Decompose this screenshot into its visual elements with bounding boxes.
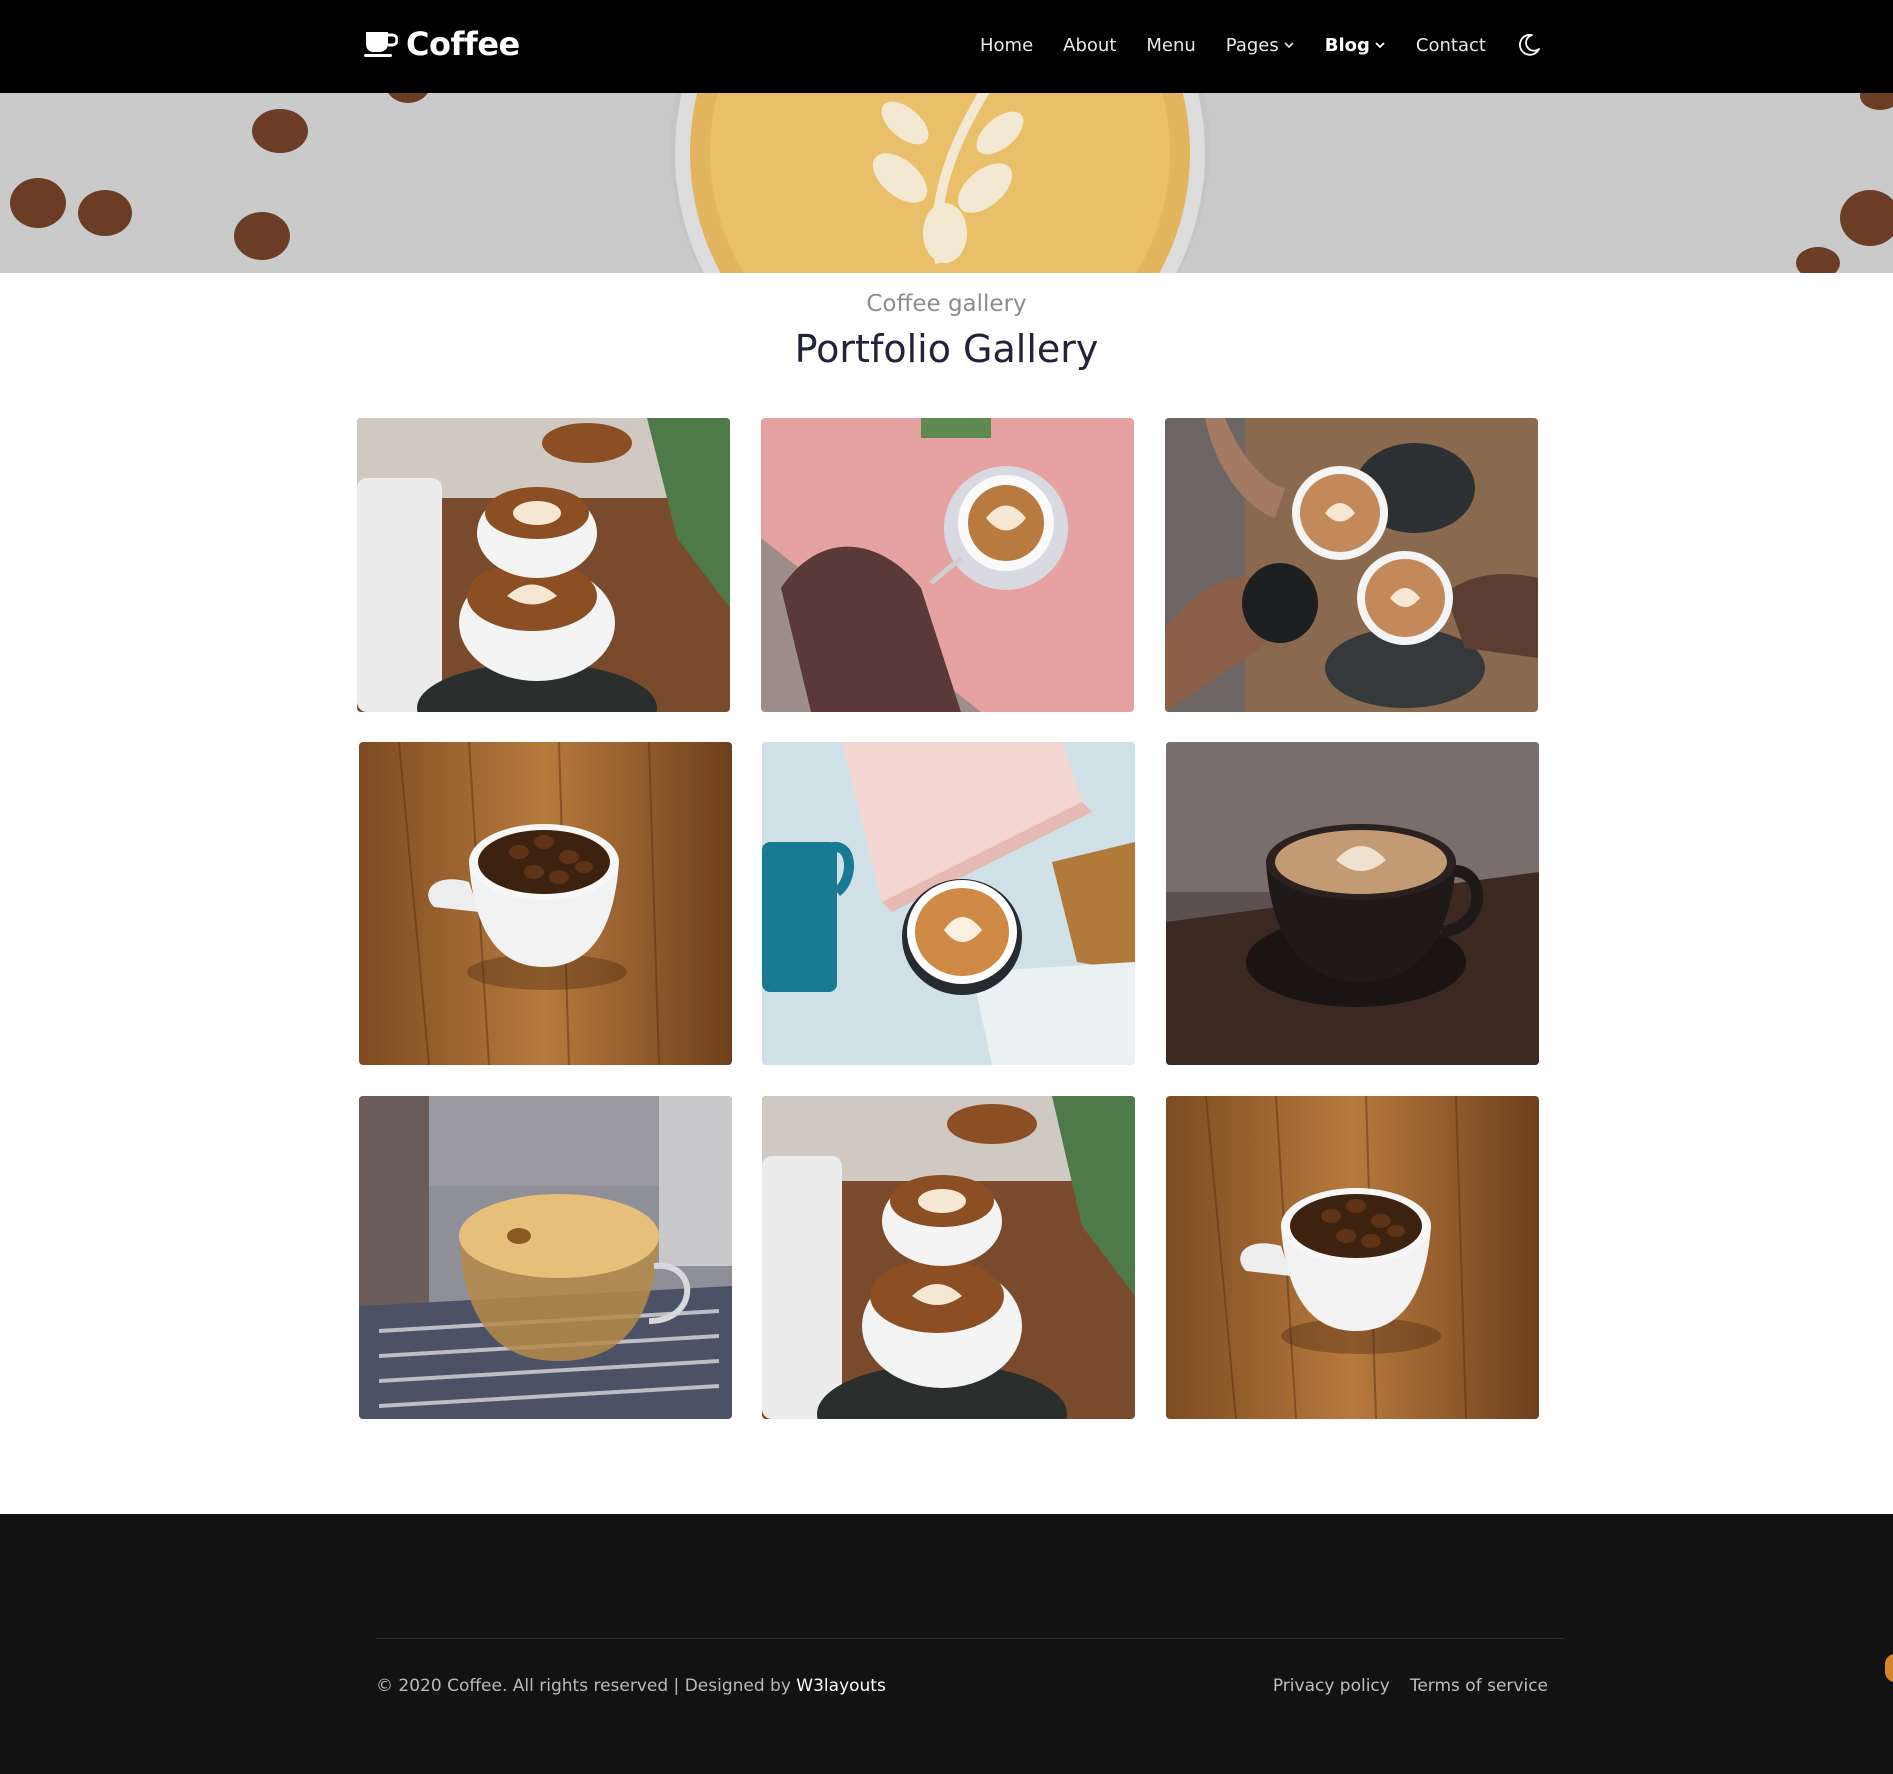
nav-home-label: Home <box>980 34 1034 56</box>
navbar: Coffee Home About Menu Pages Blog Contac… <box>0 0 1893 93</box>
nav-about-label: About <box>1063 34 1117 56</box>
gallery-item-2[interactable] <box>761 418 1134 712</box>
nav-contact-label: Contact <box>1415 34 1486 56</box>
gallery-image-cup-of-beans <box>359 742 732 1065</box>
nav-pages-label: Pages <box>1225 34 1279 56</box>
copyright-prefix: © 2020 Coffee. All rights reserved | Des… <box>376 1676 791 1696</box>
footer-divider <box>376 1638 1564 1639</box>
chevron-down-icon <box>1284 42 1294 49</box>
gallery-image-latte-plant <box>762 1096 1135 1419</box>
nav-menu[interactable]: Menu <box>1146 35 1195 56</box>
gallery-image-hands-toasting <box>1165 418 1538 712</box>
gallery-item-6[interactable] <box>1166 742 1539 1065</box>
gallery-image-latte-book <box>762 742 1135 1065</box>
gallery-item-4[interactable] <box>359 742 732 1065</box>
nav-pages[interactable]: Pages <box>1226 35 1295 56</box>
hero-banner <box>0 93 1893 273</box>
gallery-item-5[interactable] <box>762 742 1135 1065</box>
nav-contact[interactable]: Contact <box>1416 35 1486 56</box>
gallery-image-latte-pink-table <box>761 418 1134 712</box>
nav-blog[interactable]: Blog <box>1325 35 1386 56</box>
section-subtitle: Coffee gallery <box>866 291 1027 317</box>
main-nav: Home About Menu Pages Blog Contact <box>980 32 1542 58</box>
gallery-image-latte-plant <box>357 418 730 712</box>
brand-name: Coffee <box>406 25 520 63</box>
gallery-item-9[interactable] <box>1166 1096 1539 1419</box>
brand-logo[interactable]: Coffee <box>364 22 520 66</box>
gallery-item-8[interactable] <box>762 1096 1135 1419</box>
nav-menu-label: Menu <box>1146 34 1196 56</box>
hero-latte-image <box>0 93 1893 273</box>
terms-of-service-link[interactable]: Terms of service <box>1410 1676 1548 1696</box>
coffee-cup-icon <box>364 32 398 57</box>
scroll-top-button[interactable] <box>1885 1654 1893 1682</box>
gallery-item-3[interactable] <box>1165 418 1538 712</box>
footer: © 2020 Coffee. All rights reserved | Des… <box>0 1514 1893 1774</box>
copyright-text: © 2020 Coffee. All rights reserved | Des… <box>376 1676 886 1696</box>
gallery-image-black-cup-latte <box>1166 742 1539 1065</box>
footer-links: Privacy policy Terms of service <box>1273 1676 1548 1696</box>
gallery-item-7[interactable] <box>359 1096 732 1419</box>
gallery-item-1[interactable] <box>357 418 730 712</box>
gallery-image-espresso-machine <box>359 1096 732 1419</box>
moon-icon[interactable] <box>1516 32 1542 58</box>
page-title: Portfolio Gallery <box>794 327 1099 371</box>
chevron-down-icon <box>1375 42 1385 49</box>
nav-home[interactable]: Home <box>980 35 1033 56</box>
nav-blog-label: Blog <box>1324 34 1370 56</box>
designer-link[interactable]: W3layouts <box>796 1676 886 1696</box>
nav-about[interactable]: About <box>1063 35 1116 56</box>
privacy-policy-link[interactable]: Privacy policy <box>1273 1676 1390 1696</box>
gallery-image-cup-of-beans <box>1166 1096 1539 1419</box>
